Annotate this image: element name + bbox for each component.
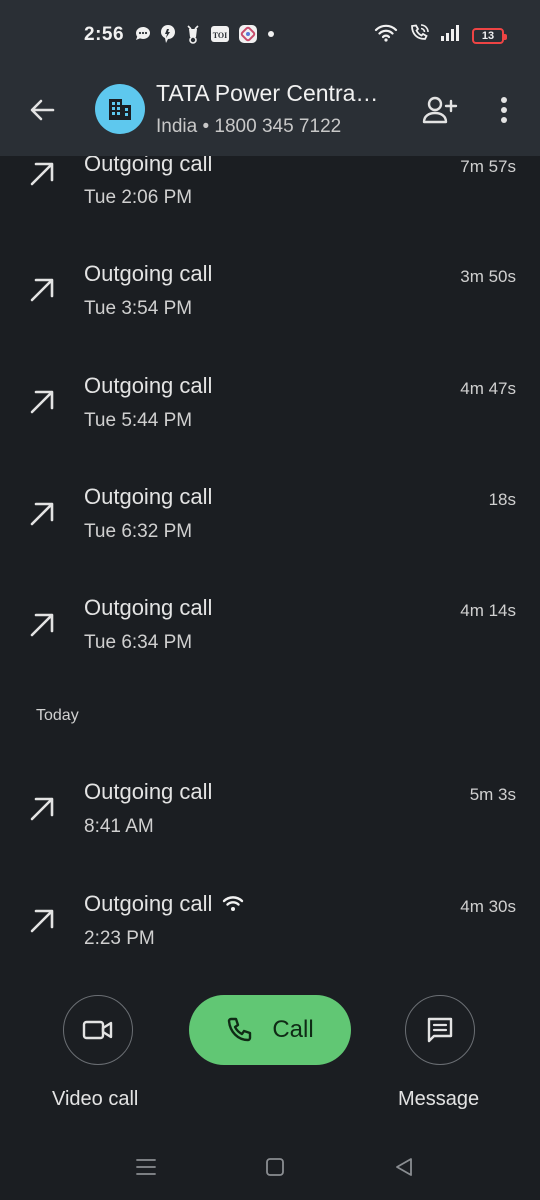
recent-apps-button[interactable]: [131, 1154, 161, 1180]
arrow-back-icon: [30, 99, 55, 121]
call-row[interactable]: Outgoing call Tue 2:06 PM 7m 57s: [0, 156, 540, 246]
phone-screen: 2:56 TOI 13 TATA Power Centra… India • 1…: [0, 0, 540, 1200]
call-type: Outgoing call: [84, 779, 213, 804]
call-duration: 7m 57s: [460, 157, 516, 176]
call-row[interactable]: Outgoing call Tue 6:34 PM 4m 14s: [0, 593, 540, 693]
call-type: Outgoing call: [84, 891, 244, 917]
outgoing-call-icon: [30, 909, 54, 933]
wifi-call-icon: [408, 23, 430, 48]
notification-icons: TOI: [134, 24, 276, 44]
call-duration: 3m 50s: [460, 267, 516, 286]
call-time: 8:41 AM: [84, 816, 154, 837]
call-row[interactable]: Outgoing call 2:23 PM 4m 30s: [0, 889, 540, 976]
app-icon: [238, 24, 258, 44]
home-button[interactable]: [260, 1154, 290, 1180]
outgoing-call-icon: [30, 390, 54, 414]
message-label: Message: [398, 1088, 480, 1110]
signal-icon: [440, 24, 462, 47]
call-row[interactable]: Outgoing call Tue 6:32 PM 18s: [0, 482, 540, 582]
call-button[interactable]: Call: [189, 995, 351, 1065]
call-time: 2:23 PM: [84, 928, 155, 949]
phone-icon: [228, 1017, 252, 1042]
add-contact-button[interactable]: [420, 90, 460, 130]
outgoing-call-icon: [30, 162, 54, 186]
call-row[interactable]: Outgoing call Tue 5:44 PM 4m 47s: [0, 370, 540, 470]
menu-icon: [136, 1159, 156, 1175]
building-icon: [109, 99, 131, 120]
videocam-icon: [82, 1020, 113, 1040]
call-time: Tue 3:54 PM: [84, 298, 193, 319]
outgoing-call-icon: [30, 797, 54, 821]
call-duration: 18s: [488, 490, 516, 509]
wifi-calling-icon: [223, 896, 244, 911]
dot-icon: [266, 29, 276, 39]
battery-level: 13: [481, 29, 495, 42]
call-duration: 4m 30s: [460, 897, 516, 916]
navigation-bar: [0, 1134, 540, 1200]
outgoing-call-icon: [30, 278, 54, 302]
toi-icon: TOI: [210, 24, 230, 44]
home-square-icon: [266, 1158, 284, 1176]
section-header-today: Today: [36, 707, 79, 724]
call-type: Outgoing call: [84, 261, 213, 286]
action-bar: Call Video call Message: [0, 990, 540, 1120]
back-nav-button[interactable]: [389, 1154, 419, 1180]
call-type: Outgoing call: [84, 373, 213, 398]
outgoing-call-icon: [30, 502, 54, 526]
call-type: Outgoing call: [84, 484, 213, 509]
call-history-list[interactable]: Outgoing call Tue 2:06 PM 7m 57s Outgoin…: [0, 156, 540, 976]
svg-text:TOI: TOI: [213, 31, 228, 40]
scooter-icon: [184, 24, 202, 44]
contact-name: TATA Power Centra…: [156, 80, 379, 106]
messenger-icon: [160, 24, 176, 44]
message-icon: [427, 1017, 453, 1043]
call-duration: 4m 47s: [460, 379, 516, 398]
call-type: Outgoing call: [84, 595, 213, 620]
system-icons: 13: [374, 23, 507, 48]
avatar: [95, 84, 145, 134]
call-type: Outgoing call: [84, 156, 213, 176]
call-duration: 5m 3s: [469, 785, 516, 804]
call-duration: 4m 14s: [460, 601, 516, 620]
outgoing-call-icon: [30, 613, 54, 637]
more-vert-icon: [501, 97, 507, 123]
call-time: Tue 6:34 PM: [84, 632, 193, 653]
status-time: 2:56: [84, 24, 125, 45]
chat-bubble-icon: [134, 25, 152, 43]
call-row[interactable]: Outgoing call 8:41 AM 5m 3s: [0, 777, 540, 877]
call-time: Tue 6:32 PM: [84, 521, 193, 542]
call-time: Tue 5:44 PM: [84, 410, 193, 431]
triangle-back-icon: [396, 1158, 412, 1176]
call-button-label: Call: [272, 1016, 314, 1043]
person-add-icon: [422, 96, 458, 124]
more-options-button[interactable]: [488, 90, 520, 130]
status-bar: 2:56 TOI 13: [0, 0, 540, 70]
app-header: TATA Power Centra… India • 1800 345 7122: [0, 70, 540, 156]
wifi-icon: [374, 23, 398, 48]
video-call-label: Video call: [52, 1088, 139, 1110]
battery-icon: 13: [472, 27, 507, 44]
contact-number: India • 1800 345 7122: [156, 116, 342, 137]
video-call-button[interactable]: [63, 995, 133, 1065]
message-button[interactable]: [405, 995, 475, 1065]
call-time: Tue 2:06 PM: [84, 187, 193, 208]
back-button[interactable]: [22, 90, 62, 130]
call-row[interactable]: Outgoing call Tue 3:54 PM 3m 50s: [0, 258, 540, 358]
